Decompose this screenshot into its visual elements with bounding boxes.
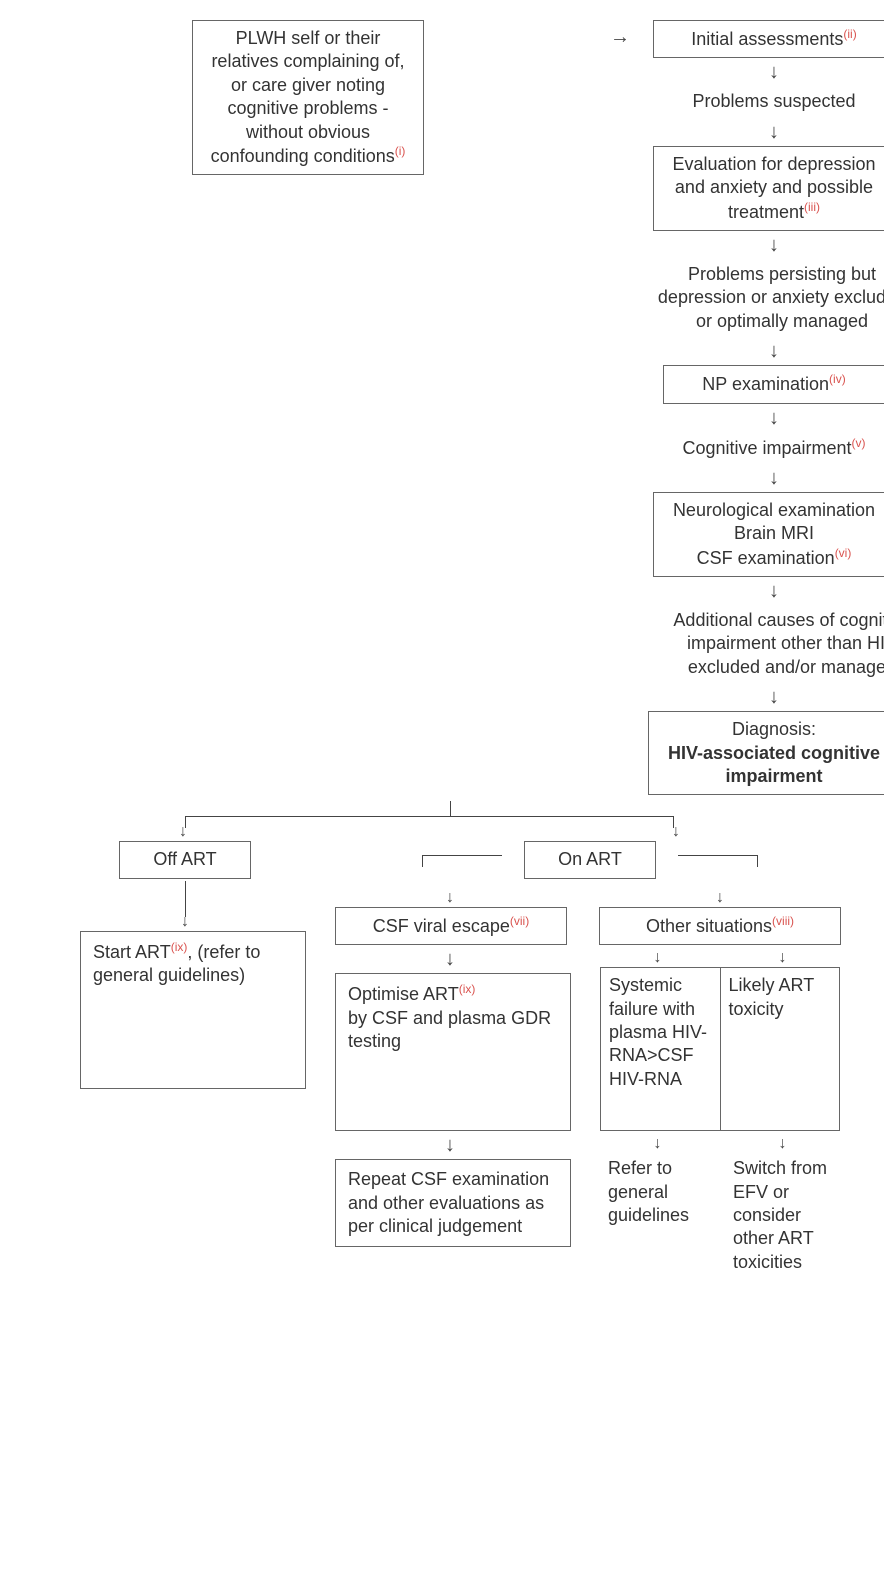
arrow-right-icon: → bbox=[610, 20, 630, 49]
depression-text: Evaluation for depression and anxiety an… bbox=[672, 154, 875, 222]
ref-ix: (ix) bbox=[459, 982, 476, 996]
problems-suspected-node: Problems suspected bbox=[684, 86, 863, 117]
ref-ii: (ii) bbox=[843, 27, 856, 41]
other-text: Other situations bbox=[646, 916, 772, 936]
switch-efv-node: Switch from EFV or consider other ART to… bbox=[725, 1153, 840, 1278]
optimise-art-node: Optimise ART(ix) by CSF and plasma GDR t… bbox=[335, 973, 571, 1131]
arrow-down-icon: ↓ bbox=[769, 235, 779, 255]
ref-viii: (viii) bbox=[772, 914, 794, 928]
arrow-down-icon: ↓ bbox=[716, 889, 724, 907]
np-text: NP examination bbox=[702, 374, 829, 394]
cog-text: Cognitive impairment bbox=[682, 438, 851, 458]
systemic-failure-node: Systemic failure with plasma HIV-RNA>CSF… bbox=[600, 967, 720, 1131]
ref-i: (i) bbox=[395, 144, 406, 158]
ref-ix: (ix) bbox=[171, 940, 188, 954]
depression-eval-node: Evaluation for depression and anxiety an… bbox=[653, 146, 884, 231]
arrow-down-icon: ↓ bbox=[446, 889, 454, 907]
arrow-down-icon: ↓ bbox=[779, 949, 787, 967]
arrow-down-icon: ↓ bbox=[179, 823, 187, 841]
opt-pre: Optimise ART bbox=[348, 984, 459, 1004]
csf-text: CSF viral escape bbox=[373, 916, 510, 936]
arrow-down-icon: ↓ bbox=[445, 1135, 455, 1155]
ref-iii: (iii) bbox=[804, 200, 820, 214]
off-art-node: Off ART bbox=[119, 841, 251, 878]
ref-vii: (vii) bbox=[510, 914, 529, 928]
problems-persisting-node: Problems persisting but depression or an… bbox=[644, 259, 884, 337]
entry-text: PLWH self or their relatives complain­in… bbox=[211, 28, 405, 166]
np-exam-node: NP examination(iv) bbox=[663, 365, 884, 403]
neuro-exam-node: Neurological examination Brain MRI CSF e… bbox=[653, 492, 884, 577]
ref-v: (v) bbox=[852, 436, 866, 450]
arrow-down-icon: ↓ bbox=[181, 913, 189, 931]
arrow-down-icon: ↓ bbox=[672, 823, 680, 841]
other-situations-node: Other situations(viii) bbox=[599, 907, 841, 945]
arrow-down-icon: ↓ bbox=[779, 1135, 787, 1153]
csf-escape-node: CSF viral escape(vii) bbox=[335, 907, 567, 945]
diagnosis-node: Diagnosis: HIV-associated cog­nitive imp… bbox=[648, 711, 884, 795]
arrow-down-icon: ↓ bbox=[769, 122, 779, 142]
opt-post: by CSF and plasma GDR testing bbox=[348, 1008, 551, 1051]
entry-node: PLWH self or their relatives complain­in… bbox=[192, 20, 424, 175]
arrow-down-icon: ↓ bbox=[654, 949, 662, 967]
art-toxicity-node: Likely ART toxicity bbox=[720, 967, 841, 1131]
arrow-down-icon: ↓ bbox=[769, 341, 779, 361]
arrow-down-icon: ↓ bbox=[769, 408, 779, 428]
arrow-down-icon: ↓ bbox=[769, 62, 779, 82]
neuro-a: Neurological examination bbox=[664, 499, 884, 522]
arrow-down-icon: ↓ bbox=[769, 581, 779, 601]
diag-b: HIV-associated cog­nitive impairment bbox=[659, 742, 884, 789]
cognitive-impairment-node: Cognitive impairment(v) bbox=[674, 432, 873, 464]
start-pre: Start ART bbox=[93, 942, 171, 962]
neuro-b: Brain MRI bbox=[664, 522, 884, 545]
arrow-down-icon: ↓ bbox=[445, 949, 455, 969]
ref-vi: (vi) bbox=[835, 546, 852, 560]
repeat-csf-node: Repeat CSF exam­ination and other evalua… bbox=[335, 1159, 571, 1247]
on-art-node: On ART bbox=[524, 841, 656, 878]
arrow-down-icon: ↓ bbox=[769, 468, 779, 488]
neuro-c: CSF examination(vi) bbox=[664, 546, 884, 570]
additional-causes-node: Additional causes of cognitive impairmen… bbox=[644, 605, 884, 683]
ref-iv: (iv) bbox=[829, 372, 846, 386]
initial-assessments-node: Initial assessments(ii) bbox=[653, 20, 884, 58]
diag-a: Diagnosis: bbox=[659, 718, 884, 741]
arrow-down-icon: ↓ bbox=[769, 687, 779, 707]
start-art-node: Start ART(ix), (refer to general guideli… bbox=[80, 931, 306, 1089]
refer-guidelines-node: Refer to general guidelines bbox=[600, 1153, 715, 1231]
arrow-down-icon: ↓ bbox=[654, 1135, 662, 1153]
initial-text: Initial assessments bbox=[691, 29, 843, 49]
